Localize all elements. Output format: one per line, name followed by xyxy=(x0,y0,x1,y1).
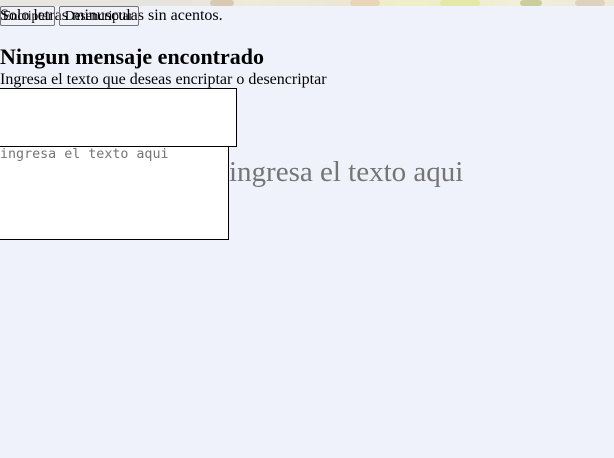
input-placeholder-text: ingresa el texto aqui xyxy=(229,156,464,188)
page: Solo letras minusculas sin acentos. Encr… xyxy=(0,0,614,458)
output-box xyxy=(0,88,237,147)
page-subtitle: Ingresa el texto que deseas encriptar o … xyxy=(0,71,327,88)
text-input[interactable] xyxy=(0,147,229,240)
toolbar: Solo letras minusculas sin acentos. Encr… xyxy=(0,6,614,26)
page-title: Ningun mensaje encontrado xyxy=(0,44,265,69)
decrypt-button[interactable]: Desencriptar xyxy=(59,6,139,26)
encrypt-button[interactable]: Encriptar xyxy=(0,6,55,26)
